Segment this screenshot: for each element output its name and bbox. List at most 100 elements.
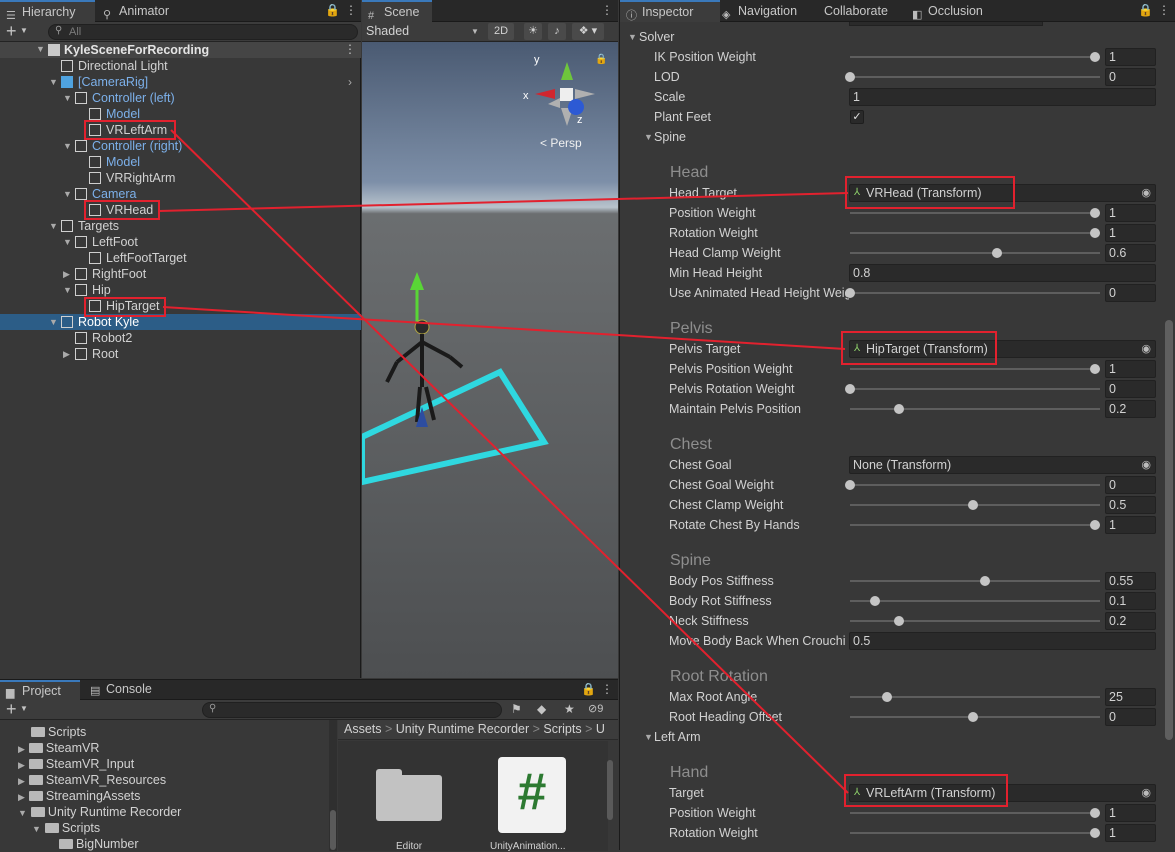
hierarchy-item-controller-left[interactable]: ▼ Controller (left) [0,90,361,106]
slider-track[interactable] [845,480,1100,490]
slider-track[interactable] [850,520,1100,530]
lock-icon[interactable]: 🔒 [1138,3,1153,17]
number-field[interactable]: 0.5 [849,632,1156,650]
number-field[interactable]: 1 [1105,204,1156,222]
filter-by-type-icon[interactable]: ⚑ [511,702,522,716]
solver-foldout[interactable]: ▼ Solver [620,27,1160,47]
slider-handle[interactable] [967,712,978,722]
hidden-packages-icon[interactable]: ⊘9 [588,702,603,715]
collapse-arrow-icon[interactable]: ▼ [63,90,72,106]
collapse-arrow-icon[interactable]: ▼ [49,314,58,330]
number-field[interactable]: 0 [1105,380,1156,398]
hierarchy-item-right-foot[interactable]: ▶ RightFoot [0,266,361,282]
slider-track[interactable] [850,576,1100,586]
expand-arrow-icon[interactable]: ▶ [63,346,70,362]
object-picker-icon[interactable]: ◉ [1141,785,1151,801]
inspector-scrollbar-thumb[interactable] [1165,320,1173,740]
foldout-arrow-icon[interactable]: ▼ [644,727,653,747]
asset-editor-folder[interactable] [376,765,442,821]
object-picker-icon[interactable]: ◉ [1141,341,1151,357]
slider-handle[interactable] [1090,520,1100,530]
audio-icon[interactable]: ♪ [548,23,566,40]
number-field[interactable]: 0.6 [1105,244,1156,262]
slider-handle[interactable] [845,288,855,298]
project-search-input[interactable]: ⚲ [202,702,502,718]
scene-root-row[interactable]: ▼ KyleSceneForRecording ⋮ [0,42,361,58]
expand-arrow-icon[interactable]: ▼ [32,824,41,834]
tree-scrollbar-thumb[interactable] [330,810,336,850]
number-field[interactable]: 0 [1105,68,1156,86]
chevron-down-icon[interactable]: ▼ [20,26,28,35]
slider-handle[interactable] [1090,808,1100,818]
more-options-icon[interactable]: ⋮ [345,3,357,17]
gizmo-lock-icon[interactable]: 🔒 [595,54,607,65]
hierarchy-item-camera[interactable]: ▼ Camera [0,186,361,202]
checkbox[interactable]: ✓ [850,110,864,124]
slider-handle[interactable] [845,384,855,394]
slider-track[interactable] [850,52,1100,62]
hierarchy-item-model-left[interactable]: Model [0,106,361,122]
number-field[interactable]: 1 [1105,48,1156,66]
number-field[interactable]: 1 [1105,824,1156,842]
move-handle-y-tip[interactable] [410,272,424,290]
hierarchy-item-camera-rig[interactable]: ▼ [CameraRig] › [0,74,361,90]
slider-track[interactable] [850,808,1100,818]
slider-handle[interactable] [992,248,1002,258]
hierarchy-item-root[interactable]: ▶ Root [0,346,361,362]
lighting-icon[interactable]: ☀ [524,23,542,40]
tab-scene[interactable]: # Scene [362,0,432,22]
project-folder-item[interactable]: ▶ SteamVR_Input [18,756,134,772]
object-field[interactable]: None (Transform) ◉ [849,456,1156,474]
slider-track[interactable] [850,228,1100,238]
asset-scrollbar-thumb[interactable] [607,760,613,820]
slider-track[interactable] [850,616,1100,626]
scene-viewport[interactable]: y x z 🔒 < Persp [359,42,618,678]
tab-navigation[interactable]: ◈ Navigation [716,0,816,22]
tab-hierarchy[interactable]: ☰ Hierarchy [0,0,95,22]
slider-track[interactable] [845,288,1100,298]
gizmo-center-cube[interactable] [560,88,573,101]
number-field[interactable]: 0.8 [849,264,1156,282]
collapse-arrow-icon[interactable]: ▼ [63,138,72,154]
slider-handle[interactable] [845,480,855,490]
hierarchy-item-model-right[interactable]: Model [0,154,361,170]
hierarchy-item-targets[interactable]: ▼ Targets [0,218,361,234]
tab-animator[interactable]: ⚲ Animator [97,0,187,22]
add-icon[interactable]: + [6,22,17,40]
slider-handle[interactable] [1090,828,1100,838]
hierarchy-item-vr-head[interactable]: VRHead [0,202,361,218]
expand-arrow-icon[interactable]: ▼ [36,44,45,54]
filter-by-label-icon[interactable]: ◆ [537,702,546,716]
chevron-right-icon[interactable]: › [348,74,352,90]
slider-track[interactable] [850,364,1100,374]
expand-arrow-icon[interactable]: ▶ [18,792,25,802]
scene-options-icon[interactable]: ⋮ [344,42,356,56]
number-field[interactable]: 1 [1105,360,1156,378]
slider-track[interactable] [845,72,1100,82]
hierarchy-item-vr-left-arm[interactable]: VRLeftArm [0,122,361,138]
gizmo-neg-z-cone[interactable] [548,98,560,108]
project-folder-item[interactable]: ▶ SteamVR_Resources [18,772,166,788]
slider-track[interactable] [850,404,1100,414]
hierarchy-search[interactable]: ⚲ All [48,24,358,40]
tab-inspector[interactable]: ⓘ Inspector [620,0,720,22]
number-field[interactable]: 0 [1105,476,1156,494]
number-field[interactable]: 0.2 [1105,612,1156,630]
gizmo-x-cone[interactable] [535,89,555,99]
tab-project[interactable]: ▆ Project [0,680,80,700]
slider-track[interactable] [850,596,1100,606]
slider-handle[interactable] [1090,228,1100,238]
hierarchy-item-left-foot-target[interactable]: LeftFootTarget [0,250,361,266]
gizmo-z-cone[interactable] [568,99,584,115]
hierarchy-item-controller-right[interactable]: ▼ Controller (right) [0,138,361,154]
collapse-arrow-icon[interactable]: ▼ [63,234,72,250]
number-field[interactable]: 0.55 [1105,572,1156,590]
hierarchy-item-left-foot[interactable]: ▼ LeftFoot [0,234,361,250]
expand-arrow-icon[interactable]: ▶ [18,760,25,770]
number-field[interactable]: 0 [1105,284,1156,302]
number-field[interactable]: 0.5 [1105,496,1156,514]
slider-handle[interactable] [894,404,904,414]
tab-collaborate[interactable]: Collaborate [802,0,902,22]
field-left-arm-fold[interactable]: ▼ Left Arm [620,727,1160,747]
chevron-down-icon[interactable]: ▼ [471,27,479,36]
